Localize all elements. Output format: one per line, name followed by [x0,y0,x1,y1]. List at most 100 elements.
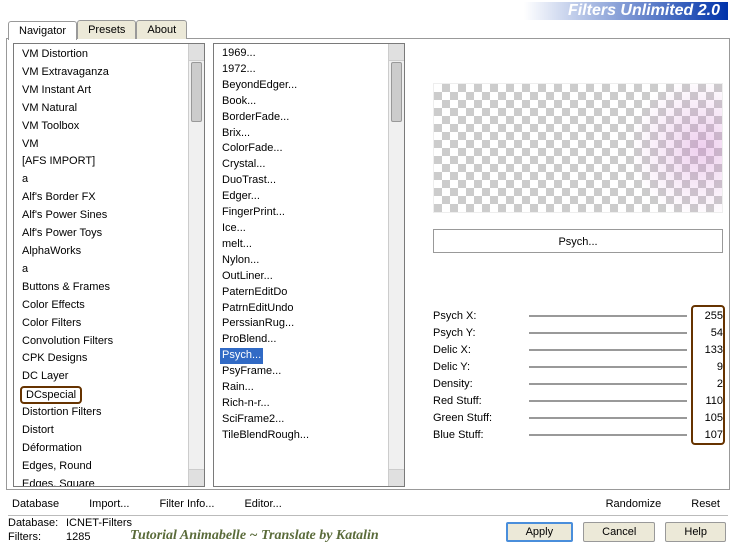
values-highlight-box [691,305,725,445]
status-filters-label: Filters: [8,531,60,543]
reset-button[interactable]: Reset [691,498,720,510]
list-item[interactable]: CPK Designs [20,350,204,368]
list-item[interactable]: SciFrame2... [220,412,286,426]
dialog-buttons: Apply Cancel Help [506,522,726,542]
import-button[interactable]: Import... [89,498,129,510]
param-label: Green Stuff: [433,412,523,424]
param-row: Delic Y:9 [433,358,723,375]
list-item[interactable]: BorderFade... [220,110,291,124]
param-row: Red Stuff:110 [433,392,723,409]
param-row: Blue Stuff:107 [433,426,723,443]
list-item[interactable]: Edges, Round [20,458,204,476]
list-item[interactable]: Alf's Power Sines [20,207,204,225]
tab-navigator[interactable]: Navigator [8,21,77,40]
param-slider[interactable] [529,366,687,368]
apply-button[interactable]: Apply [506,522,574,542]
list-item[interactable]: a [20,261,204,279]
list-item[interactable]: Psych... [220,348,263,364]
list-item[interactable]: Book... [220,94,258,108]
list-item[interactable]: Nylon... [220,253,261,267]
param-row: Delic X:133 [433,341,723,358]
param-label: Blue Stuff: [433,429,523,441]
list-item[interactable]: VM Extravaganza [20,64,204,82]
list-item[interactable]: Edges, Square [20,476,204,487]
list-item[interactable]: [AFS IMPORT] [20,153,204,171]
list-item[interactable]: melt... [220,237,254,251]
list-item[interactable]: VM Instant Art [20,82,204,100]
list-item[interactable]: Distort [20,422,204,440]
list-item[interactable]: PsyFrame... [220,364,283,378]
list-item[interactable]: Edger... [220,189,262,203]
list-item[interactable]: Distortion Filters [20,404,204,422]
list-item[interactable]: Crystal... [220,157,267,171]
list-item[interactable]: FingerPrint... [220,205,287,219]
param-slider[interactable] [529,434,687,436]
list-item[interactable]: VM Natural [20,100,204,118]
tab-about[interactable]: About [136,20,187,39]
list-item[interactable]: VM Toolbox [20,118,204,136]
list-item[interactable]: TileBlendRough... [220,428,311,442]
param-slider[interactable] [529,349,687,351]
list-item[interactable]: DuoTrast... [220,173,278,187]
list-item[interactable]: VM Distortion [20,46,204,64]
cancel-button[interactable]: Cancel [583,522,655,542]
list-item[interactable]: PatrnEditUndo [220,301,296,315]
status-filters-value: 1285 [66,531,90,543]
list-item[interactable]: Alf's Border FX [20,189,204,207]
preview-image [433,83,723,213]
list-item[interactable]: AlphaWorks [20,243,204,261]
help-button[interactable]: Help [665,522,726,542]
param-row: Psych X:255 [433,307,723,324]
filter-list[interactable]: 1969... 1972... BeyondEdger... Book... Borde… [213,43,405,487]
param-slider[interactable] [529,315,687,317]
database-button[interactable]: Database [12,498,59,510]
list-item[interactable]: DCspecial [20,386,82,404]
list-item[interactable]: OutLiner... [220,269,275,283]
param-label: Red Stuff: [433,395,523,407]
list-item[interactable]: Color Filters [20,315,204,333]
param-slider[interactable] [529,332,687,334]
parameter-list: Psych X:255Psych Y:54Delic X:133Delic Y:… [433,307,723,443]
bottom-toolbar-right: Randomize Reset [606,498,720,510]
list-item[interactable]: 1972... [220,62,258,76]
list-item[interactable]: 1969... [220,46,258,60]
list-item[interactable]: DC Layer [20,368,204,386]
list-item[interactable]: Ice... [220,221,248,235]
param-label: Delic X: [433,344,523,356]
filter-scrollbar[interactable] [388,44,404,486]
param-row: Density:2 [433,375,723,392]
bottom-toolbar-left: Database Import... Filter Info... Editor… [12,498,282,510]
param-slider[interactable] [529,417,687,419]
param-row: Green Stuff:105 [433,409,723,426]
list-item[interactable]: Brix... [220,126,252,140]
list-item[interactable]: ColorFade... [220,141,285,155]
list-item[interactable]: VM [20,136,204,154]
list-item[interactable]: Alf's Power Toys [20,225,204,243]
list-item[interactable]: Color Effects [20,297,204,315]
list-item[interactable]: a [20,171,204,189]
tab-presets[interactable]: Presets [77,20,136,39]
main-panel: VM DistortionVM ExtravaganzaVM Instant A… [6,38,730,490]
category-list[interactable]: VM DistortionVM ExtravaganzaVM Instant A… [13,43,205,487]
param-label: Density: [433,378,523,390]
list-item[interactable]: Convolution Filters [20,333,204,351]
list-item[interactable]: ProBlend... [220,332,278,346]
list-item[interactable]: Rain... [220,380,256,394]
param-slider[interactable] [529,400,687,402]
randomize-button[interactable]: Randomize [606,498,662,510]
list-item[interactable]: Déformation [20,440,204,458]
tutorial-credit: Tutorial Animabelle ~ Translate by Katal… [130,528,379,544]
param-label: Delic Y: [433,361,523,373]
category-scrollbar[interactable] [188,44,204,486]
status-db-value: ICNET-Filters [66,517,132,529]
tab-bar: Navigator Presets About [8,20,187,39]
filter-info-button[interactable]: Filter Info... [159,498,214,510]
list-item[interactable]: BeyondEdger... [220,78,299,92]
param-slider[interactable] [529,383,687,385]
list-item[interactable]: PerssianRug... [220,316,296,330]
editor-button[interactable]: Editor... [244,498,281,510]
list-item[interactable]: PaternEditDo [220,285,289,299]
list-item[interactable]: Buttons & Frames [20,279,204,297]
status-db-label: Database: [8,517,60,529]
list-item[interactable]: Rich-n-r... [220,396,272,410]
